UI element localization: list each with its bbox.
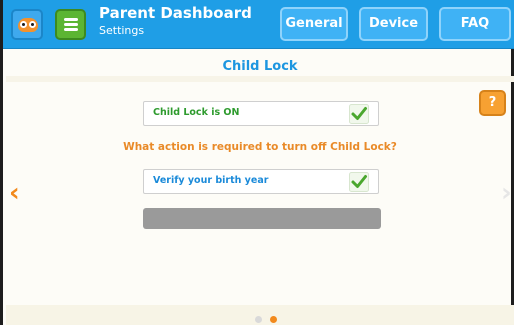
- next-page-arrow-icon[interactable]: ›: [501, 180, 512, 206]
- verify-birth-year-field[interactable]: Verify your birth year: [143, 169, 379, 194]
- question-text: What action is required to turn off Chil…: [123, 141, 397, 153]
- tab-device[interactable]: Device: [359, 7, 428, 41]
- page-indicator-dot-active[interactable]: [270, 316, 277, 323]
- page-indicator-dot[interactable]: [255, 316, 262, 323]
- section-title: Child Lock: [222, 59, 298, 74]
- logo-button[interactable]: [11, 9, 43, 40]
- child-lock-status-label: Child Lock is ON: [153, 107, 240, 118]
- page-title: Parent Dashboard: [99, 4, 252, 22]
- child-lock-status-field[interactable]: Child Lock is ON: [143, 101, 379, 126]
- owl-logo-icon: [18, 18, 38, 32]
- verify-birth-year-label: Verify your birth year: [153, 175, 269, 186]
- tab-faq[interactable]: FAQ: [439, 7, 511, 41]
- checkmark-icon: [349, 104, 369, 124]
- section-divider: [6, 76, 514, 82]
- menu-button[interactable]: [55, 9, 86, 40]
- help-button[interactable]: ?: [479, 90, 506, 116]
- previous-page-arrow-icon[interactable]: ‹: [9, 180, 20, 206]
- hamburger-icon: [64, 18, 78, 21]
- header-bar: Parent Dashboard Settings General Device…: [3, 0, 514, 49]
- app-frame: Parent Dashboard Settings General Device…: [0, 0, 514, 325]
- checkmark-icon: [349, 172, 369, 192]
- tab-general[interactable]: General: [280, 7, 348, 41]
- disabled-action-button[interactable]: [143, 208, 381, 229]
- page-subtitle: Settings: [99, 24, 145, 37]
